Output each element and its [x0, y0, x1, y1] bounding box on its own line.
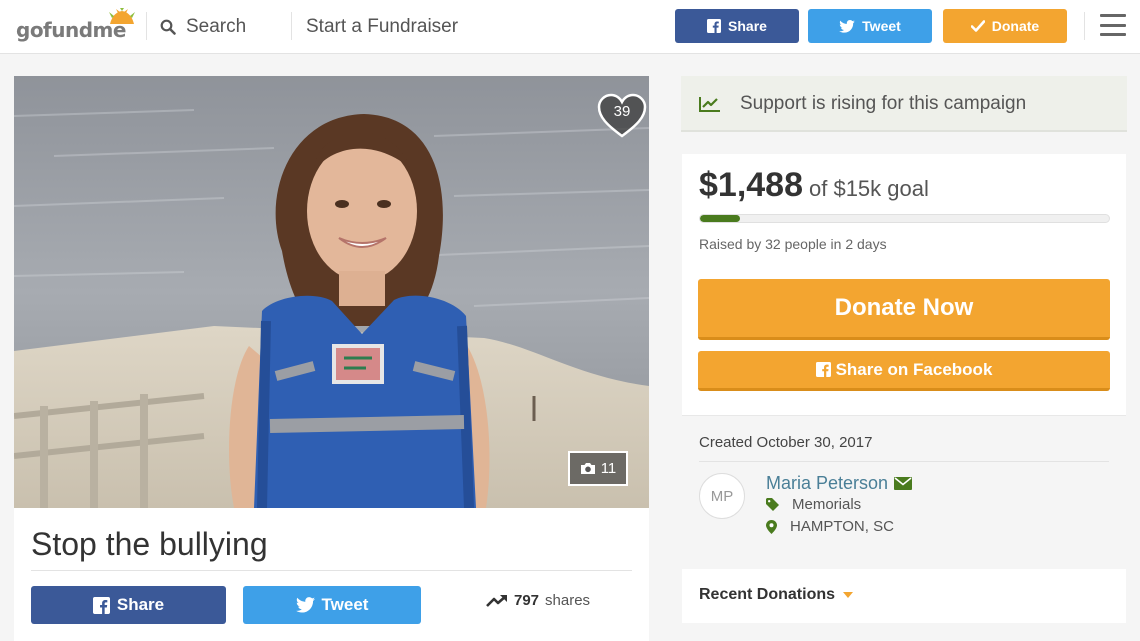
- recent-donations-panel: Recent Donations: [682, 569, 1126, 623]
- heart-button[interactable]: 39: [597, 93, 647, 139]
- raised-by-text: Raised by 32 people in 2 days: [699, 236, 887, 252]
- check-icon: [970, 20, 985, 32]
- organizer-name: Maria Peterson: [766, 473, 889, 493]
- header-share-label: Share: [728, 18, 767, 34]
- search-link[interactable]: Search: [160, 14, 246, 40]
- menu-icon[interactable]: [1100, 14, 1126, 36]
- campaign-tweet-label: Tweet: [321, 595, 369, 614]
- top-header: gofundme Search Start a Fundraiser Share…: [0, 0, 1140, 54]
- header-divider: [291, 12, 292, 40]
- shares-label: shares: [545, 592, 591, 609]
- raised-amount: $1,488: [699, 166, 803, 204]
- header-tweet-button[interactable]: Tweet: [808, 9, 932, 43]
- created-divider: [699, 461, 1109, 462]
- header-donate-label: Donate: [991, 18, 1040, 34]
- recent-donations-label: Recent Donations: [699, 586, 836, 603]
- photo-gallery-button[interactable]: 11: [568, 451, 628, 486]
- header-donate-button[interactable]: Donate: [943, 9, 1067, 43]
- map-pin-icon: [766, 519, 777, 534]
- category-label: Memorials: [792, 496, 862, 513]
- campaign-share-label: Share: [116, 595, 165, 614]
- trending-banner: Support is rising for this campaign: [681, 76, 1127, 132]
- share-on-facebook-label: Share on Facebook: [835, 359, 993, 379]
- header-divider: [146, 12, 147, 40]
- start-fundraiser-link[interactable]: Start a Fundraiser: [306, 14, 458, 40]
- start-fundraiser-label: Start a Fundraiser: [306, 16, 459, 37]
- search-label: Search: [186, 16, 247, 37]
- donate-now-button[interactable]: Donate Now: [698, 279, 1110, 340]
- title-divider: [31, 570, 632, 571]
- heart-count: 39: [613, 103, 631, 120]
- campaign-details: Stop the bullying Share Tweet 797 shares: [14, 508, 649, 641]
- facebook-icon: [815, 362, 831, 377]
- header-divider: [1084, 12, 1085, 40]
- amount-raised: $1,488 of $15k goal: [699, 166, 929, 205]
- progress-bar: [699, 214, 1110, 223]
- shares-count: 797 shares: [486, 592, 590, 609]
- location-label: HAMPTON, SC: [790, 518, 894, 535]
- share-on-facebook-button[interactable]: Share on Facebook: [698, 351, 1110, 391]
- trend-chart-icon: [699, 97, 720, 112]
- header-tweet-label: Tweet: [862, 18, 901, 34]
- avatar: MP: [699, 473, 745, 519]
- donation-stats: $1,488 of $15k goal Raised by 32 people …: [682, 154, 1126, 416]
- trend-icon: [486, 594, 507, 607]
- search-icon: [160, 19, 176, 35]
- camera-icon: [580, 463, 595, 474]
- created-date: Created October 30, 2017: [699, 434, 873, 451]
- logo-text: gofundme: [16, 18, 126, 42]
- header-share-button[interactable]: Share: [675, 9, 799, 43]
- facebook-icon: [92, 596, 110, 614]
- campaign-share-button[interactable]: Share: [31, 586, 226, 624]
- progress-fill: [700, 215, 741, 222]
- trending-text: Support is rising for this campaign: [740, 93, 1027, 114]
- organizer-link[interactable]: Maria Peterson: [766, 473, 913, 494]
- location-row: HAMPTON, SC: [766, 518, 894, 535]
- recent-donations-toggle[interactable]: Recent Donations: [699, 586, 854, 604]
- campaign-photo-image: [14, 76, 649, 508]
- tag-icon: [766, 498, 779, 511]
- caret-down-icon: [843, 592, 854, 598]
- category-row[interactable]: Memorials: [766, 496, 861, 513]
- twitter-icon: [295, 597, 315, 613]
- campaign-tweet-button[interactable]: Tweet: [243, 586, 421, 624]
- campaign-photo[interactable]: 39 11: [14, 76, 649, 508]
- goal-text: of $15k goal: [809, 176, 929, 201]
- facebook-icon: [707, 19, 722, 33]
- shares-number: 797: [514, 592, 540, 609]
- twitter-icon: [839, 19, 855, 33]
- photo-count: 11: [600, 460, 617, 477]
- envelope-icon[interactable]: [894, 477, 913, 490]
- campaign-title: Stop the bullying: [31, 526, 268, 562]
- gofundme-logo[interactable]: gofundme: [16, 8, 135, 44]
